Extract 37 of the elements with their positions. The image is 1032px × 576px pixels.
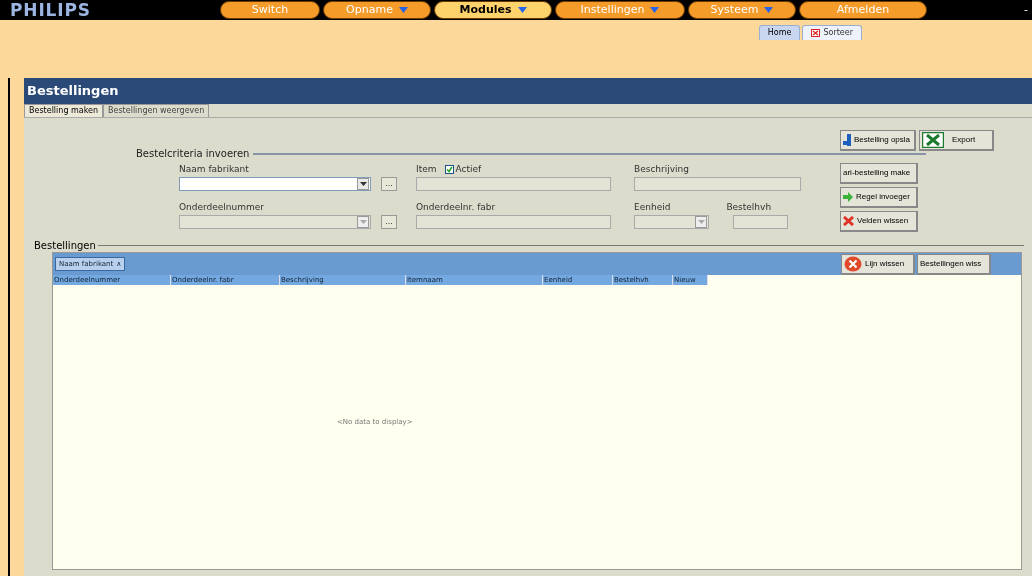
action-button[interactable]: Bestelling opsla <box>840 130 916 151</box>
action-button[interactable]: Regel invoeger <box>840 187 918 208</box>
caret-icon <box>357 216 369 228</box>
action-button[interactable]: ari-bestelling make <box>840 163 918 184</box>
action-button[interactable]: Bestellingen wiss <box>917 253 991 275</box>
action-button[interactable]: Export <box>919 130 994 151</box>
action-button[interactable]: Velden wissen <box>840 211 918 232</box>
spreadsheet-icon <box>922 132 944 148</box>
group-legend: Bestelcriteria invoeren <box>136 146 250 161</box>
field-label: Naam fabrikant <box>179 163 250 175</box>
field-label: Onderdeelnummer <box>179 201 266 213</box>
field-label: Bestelhvh <box>726 201 772 213</box>
panel-title: Bestellingen <box>24 78 1032 104</box>
page-tab[interactable]: Sorteer <box>802 25 862 40</box>
philips-logo: PHILIPS <box>10 1 92 19</box>
lookup-button[interactable]: ... <box>381 177 397 191</box>
input-field[interactable] <box>416 177 611 191</box>
tab[interactable]: Bestelling maken <box>24 104 104 117</box>
field-label: Actief <box>455 163 482 175</box>
arrow-icon <box>843 192 853 202</box>
checkbox[interactable] <box>444 164 454 174</box>
page-tab[interactable]: Home <box>758 25 801 40</box>
field-label: Item <box>416 163 437 175</box>
group-legend: Bestellingen <box>34 238 96 253</box>
menu-button[interactable]: Modules <box>434 1 552 19</box>
caret-icon <box>357 178 369 190</box>
caret-icon <box>695 216 707 228</box>
save-icon <box>843 134 851 146</box>
field-label: Beschrijving <box>634 163 690 175</box>
action-button[interactable]: Lijn wissen <box>841 253 915 275</box>
minimize-button[interactable]: - <box>1024 1 1028 19</box>
tab[interactable]: Bestellingen weergeven <box>103 104 210 117</box>
field-label: Eenheid <box>634 201 671 213</box>
dropdown-field[interactable] <box>179 177 371 191</box>
field-label: Onderdeelnr. fabr <box>416 201 497 213</box>
delete-icon <box>844 255 862 272</box>
cross-icon <box>843 216 854 226</box>
